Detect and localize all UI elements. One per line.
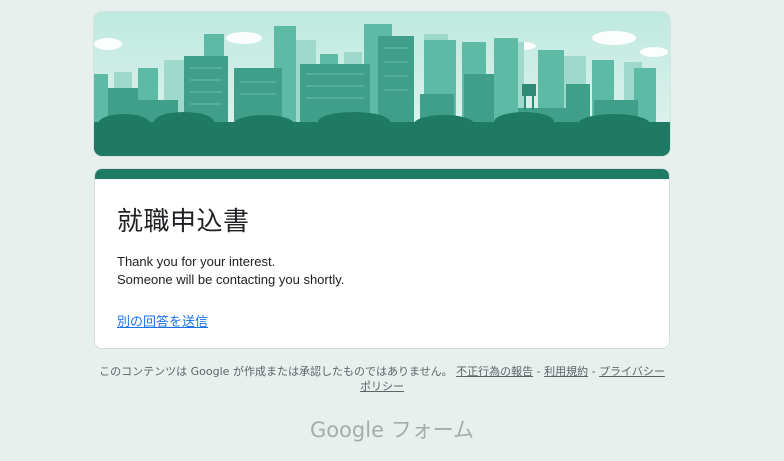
form-title: 就職申込書 xyxy=(117,207,250,237)
google-wordmark: Google xyxy=(309,418,384,442)
submit-another-response-link[interactable]: 別の回答を送信 xyxy=(117,311,208,330)
footer-separator: - xyxy=(533,365,545,378)
terms-link[interactable]: 利用規約 xyxy=(544,365,588,378)
confirmation-message: Thank you for your interest. Someone wil… xyxy=(117,253,344,289)
report-abuse-link[interactable]: 不正行為の報告 xyxy=(456,365,533,378)
card-accent-bar xyxy=(95,169,669,179)
footer: このコンテンツは Google が作成または承認したものではありません。 不正行… xyxy=(94,364,670,394)
confirmation-line-1: Thank you for your interest. xyxy=(117,254,276,269)
header-banner-image xyxy=(94,12,670,156)
google-forms-logo[interactable]: Google フォーム xyxy=(0,414,784,444)
footer-separator: - xyxy=(588,365,600,378)
confirmation-line-2: Someone will be contacting you shortly. xyxy=(117,272,345,287)
confirmation-card: 就職申込書 Thank you for your interest. Someo… xyxy=(94,168,670,349)
footer-disclaimer: このコンテンツは Google が作成または承認したものではありません。 xyxy=(99,365,453,378)
forms-wordmark: フォーム xyxy=(390,418,475,442)
